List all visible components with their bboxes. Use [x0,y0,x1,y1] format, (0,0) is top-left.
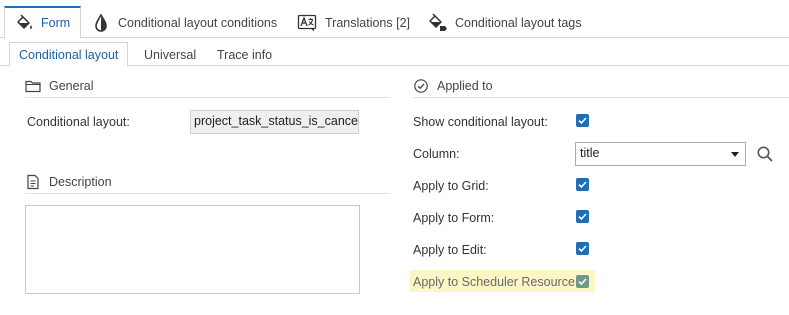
tab-translations-label: Translations [2] [325,15,410,30]
check-icon [578,117,587,125]
column-label: Column: [413,147,460,161]
show-conditional-layout-checkbox[interactable] [576,114,589,127]
check-icon [578,278,587,286]
subtab-universal-label: Universal [144,47,197,62]
tab-form[interactable]: Form [4,6,82,39]
apply-to-edit-label: Apply to Edit: [413,243,487,257]
section-applied-to-header: Applied to [413,74,789,98]
chevron-down-icon [731,152,739,157]
check-circle-icon [413,78,429,94]
conditional-layout-field[interactable]: project_task_status_is_canceled [190,110,359,134]
check-icon [578,181,587,189]
tab-translations[interactable]: Translations [2] [297,7,410,38]
subtab-universal[interactable]: Universal [144,43,196,66]
conditional-layout-label: Conditional layout: [27,115,130,129]
check-icon [578,245,587,253]
tab-conditional-layout-tags[interactable]: Conditional layout tags [427,7,581,38]
section-general-header: General [25,74,390,98]
apply-to-form-checkbox[interactable] [576,210,589,223]
sub-tab-bar: Conditional layout Universal Trace info [0,38,789,67]
subtab-trace-info-label: Trace info [217,47,273,62]
subtab-trace-info[interactable]: Trace info [217,43,272,66]
tab-conditional-layout-tags-label: Conditional layout tags [455,15,582,30]
show-conditional-layout-label: Show conditional layout: [413,115,548,129]
document-icon [25,174,41,190]
subtab-conditional-layout[interactable]: Conditional layout [9,42,129,67]
paint-bucket-icon [13,12,35,34]
drop-icon [90,12,112,34]
description-textarea[interactable] [25,205,360,294]
apply-to-grid-checkbox[interactable] [576,178,589,191]
section-description-title: Description [49,174,112,189]
apply-to-edit-checkbox[interactable] [576,242,589,255]
apply-to-form-label: Apply to Form: [413,211,495,225]
tab-conditional-layout-conditions[interactable]: Conditional layout conditions [90,7,277,38]
apply-to-scheduler-resource-checkbox[interactable] [576,275,589,288]
column-select-value: title [580,146,600,160]
translate-icon [297,12,319,34]
apply-to-scheduler-resource-label: Apply to Scheduler Resource: [413,275,579,289]
top-tab-bar: Form Conditional layout conditions Trans… [0,0,789,39]
column-search-button[interactable] [755,144,775,164]
paint-bucket-tag-icon [427,12,449,34]
section-applied-to-title: Applied to [437,78,493,93]
apply-to-grid-label: Apply to Grid: [413,179,489,193]
section-general-title: General [49,78,94,93]
folder-icon [25,78,41,94]
tab-form-label: Form [41,16,71,30]
section-description-header: Description [25,170,390,194]
conditional-layout-editor: Form Conditional layout conditions Trans… [0,0,789,315]
subtab-conditional-layout-label: Conditional layout [19,47,119,62]
column-select[interactable]: title [575,142,746,166]
tab-conditional-layout-conditions-label: Conditional layout conditions [118,15,278,30]
check-icon [578,213,587,221]
search-icon [757,146,773,162]
